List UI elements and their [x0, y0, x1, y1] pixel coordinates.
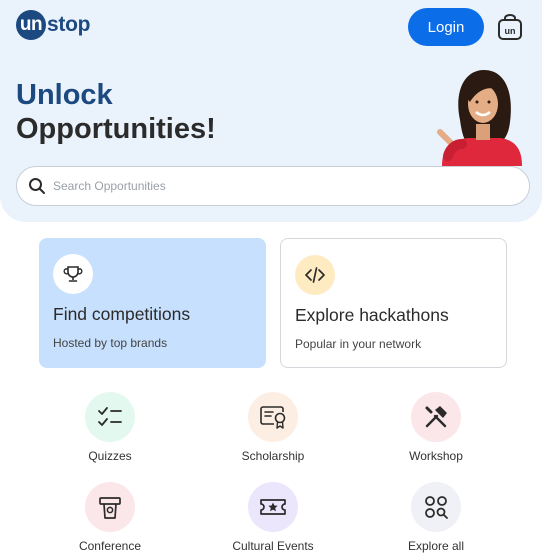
checklist-icon [85, 392, 135, 442]
explore-hackathons-card[interactable]: Explore hackathons Popular in your netwo… [280, 238, 507, 368]
headline-line-2: Opportunities! [16, 113, 216, 145]
card-title: Explore hackathons [295, 305, 449, 325]
grid-search-icon [411, 482, 461, 532]
card-subtitle: Popular in your network [295, 337, 422, 351]
un-bag-icon[interactable]: un [497, 13, 523, 41]
trophy-icon [53, 254, 93, 294]
podium-icon [85, 482, 135, 532]
category-label: Scholarship [241, 449, 305, 463]
category-workshop[interactable]: Workshop [376, 392, 496, 463]
hero-person-illustration [437, 70, 522, 166]
card-title: Find competitions [53, 304, 191, 324]
ticket-icon [248, 482, 298, 532]
category-quizzes[interactable]: Quizzes [50, 392, 170, 463]
category-scholarship[interactable]: Scholarship [213, 392, 333, 463]
logo-wordmark: stop [47, 13, 91, 36]
code-icon [295, 255, 335, 295]
login-button[interactable]: Login [408, 8, 484, 46]
find-competitions-card[interactable]: Find competitions Hosted by top brands [39, 238, 266, 368]
category-label: Cultural Events [232, 539, 314, 553]
category-conference[interactable]: Conference [50, 482, 170, 553]
category-explore-all[interactable]: Explore all [376, 482, 496, 553]
logo-mark: un [16, 10, 46, 40]
card-subtitle: Hosted by top brands [53, 336, 168, 350]
category-label: Conference [78, 539, 142, 553]
category-label: Explore all [407, 539, 465, 553]
unstop-logo[interactable]: un stop [16, 10, 90, 40]
category-label: Quizzes [88, 449, 132, 463]
search-bar[interactable] [16, 166, 530, 206]
search-icon [29, 178, 45, 194]
tools-icon [411, 392, 461, 442]
page-title: Unlock Opportunities! [16, 78, 216, 146]
category-cultural-events[interactable]: Cultural Events [213, 482, 333, 553]
certificate-icon [248, 392, 298, 442]
headline-line-1: Unlock [16, 79, 113, 111]
svg-text:un: un [505, 26, 516, 36]
category-label: Workshop [409, 449, 463, 463]
search-input[interactable] [53, 179, 493, 193]
